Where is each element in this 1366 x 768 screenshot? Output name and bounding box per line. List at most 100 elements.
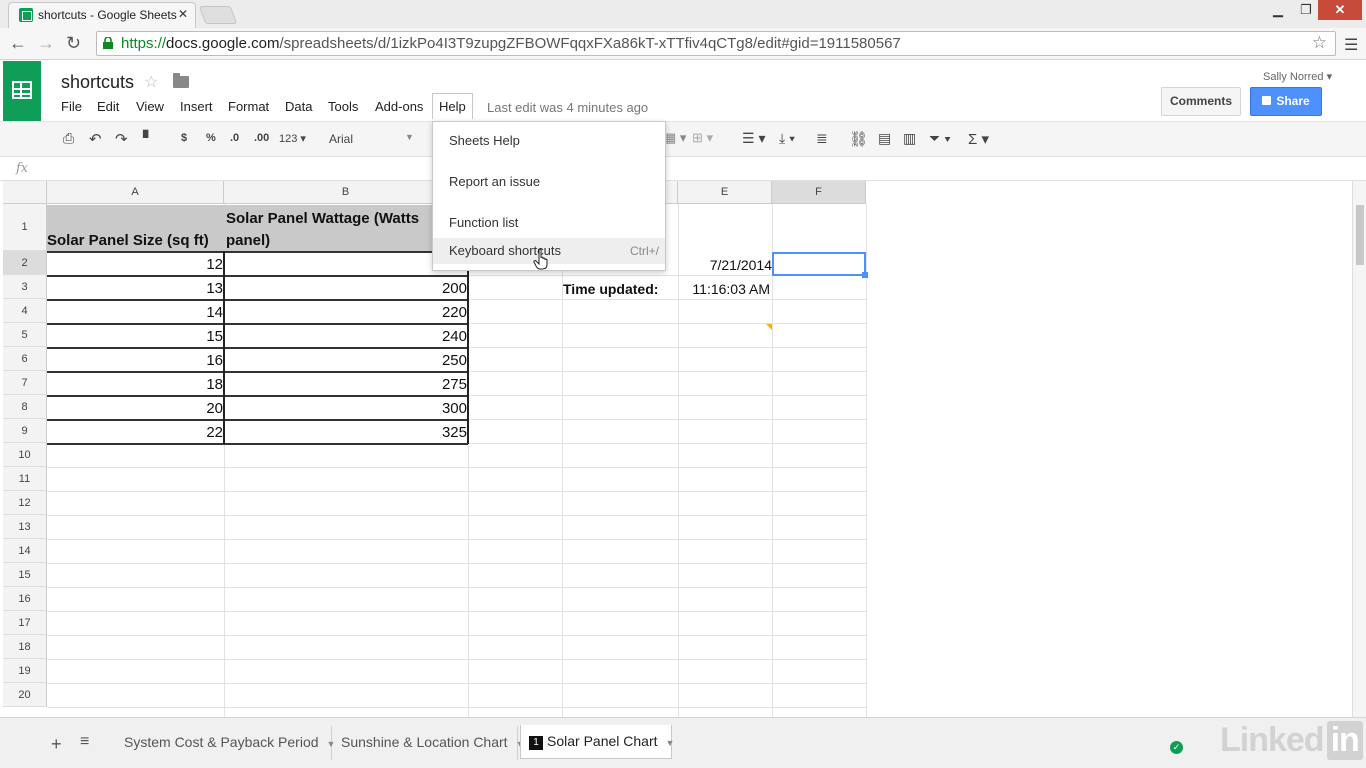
horizontal-align-icon[interactable]: ☰ ▾: [742, 130, 765, 147]
document-title[interactable]: shortcuts: [61, 72, 134, 93]
last-edit-status[interactable]: Last edit was 4 minutes ago: [487, 100, 648, 115]
table-cell[interactable]: 250: [226, 352, 467, 369]
all-sheets-icon[interactable]: ≡: [80, 733, 89, 751]
table-cell[interactable]: 16: [47, 352, 223, 369]
star-document-icon[interactable]: ☆: [144, 72, 158, 92]
url-input[interactable]: https://docs.google.com/spreadsheets/d/1…: [96, 31, 1336, 56]
table-cell[interactable]: 220: [226, 304, 467, 321]
spreadsheet-grid[interactable]: A B C D E F 1 2 3 4 5 6 7 8 9 10 11 12 1…: [0, 181, 1366, 717]
vertical-scrollbar[interactable]: [1352, 181, 1366, 717]
menu-file[interactable]: File: [61, 99, 82, 114]
user-account-menu[interactable]: Sally Norred ▾: [1263, 70, 1332, 83]
column-header-a[interactable]: A: [47, 181, 224, 204]
redo-icon[interactable]: ↷: [115, 130, 128, 148]
table-cell[interactable]: 12: [47, 256, 223, 273]
menu-data[interactable]: Data: [285, 99, 312, 114]
insert-comment-icon[interactable]: ▤: [878, 130, 891, 147]
functions-icon[interactable]: Σ ▾: [968, 130, 989, 148]
table-cell[interactable]: 15: [47, 328, 223, 345]
menu-insert[interactable]: Insert: [180, 99, 213, 114]
row-header-14[interactable]: 14: [3, 539, 47, 563]
minimize-window-icon[interactable]: ▁: [1264, 0, 1292, 20]
select-all-corner[interactable]: [3, 181, 47, 204]
filter-icon[interactable]: ⏷ ▾: [929, 130, 951, 147]
menu-view[interactable]: View: [136, 99, 164, 114]
menu-addons[interactable]: Add-ons: [375, 99, 423, 114]
table-cell[interactable]: 18: [47, 376, 223, 393]
table-cell[interactable]: 275: [226, 376, 467, 393]
table-cell[interactable]: 300: [226, 400, 467, 417]
row-header-7[interactable]: 7: [3, 371, 47, 395]
table-cell[interactable]: 200: [226, 280, 467, 297]
forward-arrow-icon[interactable]: →: [37, 33, 55, 54]
close-tab-icon[interactable]: ✕: [178, 7, 188, 21]
menu-help[interactable]: Help: [432, 93, 473, 119]
reload-icon[interactable]: ↻: [66, 33, 81, 54]
borders-icon[interactable]: ▦ ▾: [664, 130, 686, 146]
chevron-down-icon[interactable]: ▼: [405, 132, 414, 142]
merge-cells-icon[interactable]: ⊞ ▾: [692, 130, 713, 146]
row-header-3[interactable]: 3: [3, 275, 47, 299]
sheets-logo-icon[interactable]: [3, 61, 41, 121]
add-sheet-icon[interactable]: +: [51, 734, 62, 755]
row-header-20[interactable]: 20: [3, 683, 47, 707]
menu-item-report-issue[interactable]: Report an issue: [433, 169, 665, 195]
text-wrap-icon[interactable]: ≣: [816, 130, 828, 147]
row-header-15[interactable]: 15: [3, 563, 47, 587]
row-header-12[interactable]: 12: [3, 491, 47, 515]
chevron-down-icon[interactable]: ▼: [666, 738, 675, 748]
decrease-decimal-button[interactable]: .0: [230, 132, 239, 144]
vertical-align-icon[interactable]: ⤓ ▾: [779, 130, 795, 147]
table-cell[interactable]: 13: [47, 280, 223, 297]
menu-format[interactable]: Format: [228, 99, 269, 114]
undo-icon[interactable]: ↶: [89, 130, 102, 148]
share-button[interactable]: Share: [1250, 87, 1322, 116]
increase-decimal-button[interactable]: .00: [254, 132, 269, 144]
browser-tab[interactable]: shortcuts - Google Sheets ✕: [8, 2, 196, 28]
currency-format-button[interactable]: $: [181, 132, 187, 144]
fill-handle[interactable]: [862, 272, 868, 278]
time-label-cell-d3[interactable]: Time updated:: [563, 281, 658, 297]
sheet-tab-solar-panel-chart[interactable]: 1 Solar Panel Chart ▼: [520, 725, 675, 759]
more-formats-button[interactable]: 123 ▾: [279, 132, 306, 145]
column-header-f[interactable]: F: [772, 181, 866, 204]
paint-format-icon[interactable]: ▘: [143, 130, 154, 147]
menu-tools[interactable]: Tools: [328, 99, 358, 114]
row-header-13[interactable]: 13: [3, 515, 47, 539]
close-window-icon[interactable]: ✕: [1318, 0, 1362, 20]
back-arrow-icon[interactable]: ←: [9, 33, 27, 54]
header-cell-a1[interactable]: Solar Panel Size (sq ft): [47, 232, 209, 249]
table-cell[interactable]: 22: [47, 424, 223, 441]
table-cell[interactable]: 20: [47, 400, 223, 417]
row-header-16[interactable]: 16: [3, 587, 47, 611]
row-header-4[interactable]: 4: [3, 299, 47, 323]
insert-chart-icon[interactable]: ▥: [903, 130, 916, 147]
date-cell-e2[interactable]: 7/21/2014: [679, 257, 772, 273]
table-cell[interactable]: 240: [226, 328, 467, 345]
menu-item-sheets-help[interactable]: Sheets Help: [433, 128, 665, 154]
table-cell[interactable]: 325: [226, 424, 467, 441]
menu-item-function-list[interactable]: Function list: [433, 210, 665, 236]
font-family-select[interactable]: Arial: [329, 132, 353, 146]
folder-icon[interactable]: [173, 73, 189, 88]
table-cell[interactable]: 14: [47, 304, 223, 321]
menu-edit[interactable]: Edit: [97, 99, 119, 114]
formula-bar[interactable]: fx: [0, 157, 1366, 181]
time-cell-e3[interactable]: 11:16:03 AM: [679, 281, 770, 297]
row-header-8[interactable]: 8: [3, 395, 47, 419]
restore-window-icon[interactable]: ❐: [1292, 0, 1320, 20]
bookmark-star-icon[interactable]: ☆: [1312, 33, 1327, 53]
row-header-11[interactable]: 11: [3, 467, 47, 491]
row-header-19[interactable]: 19: [3, 659, 47, 683]
row-header-5[interactable]: 5: [3, 323, 47, 347]
browser-menu-icon[interactable]: ☰: [1344, 35, 1358, 55]
selected-cell-f2[interactable]: [772, 252, 866, 276]
header-cell-b1[interactable]: Solar Panel Wattage (Watts: [226, 210, 419, 227]
sheet-tab-system-cost[interactable]: System Cost & Payback Period ▼: [116, 726, 335, 760]
row-header-2[interactable]: 2: [3, 251, 47, 275]
row-header-6[interactable]: 6: [3, 347, 47, 371]
row-header-9[interactable]: 9: [3, 419, 47, 443]
sheet-tab-sunshine[interactable]: Sunshine & Location Chart▼: [333, 726, 524, 760]
row-header-1[interactable]: 1: [3, 204, 47, 251]
print-icon[interactable]: ⎙: [63, 130, 74, 147]
